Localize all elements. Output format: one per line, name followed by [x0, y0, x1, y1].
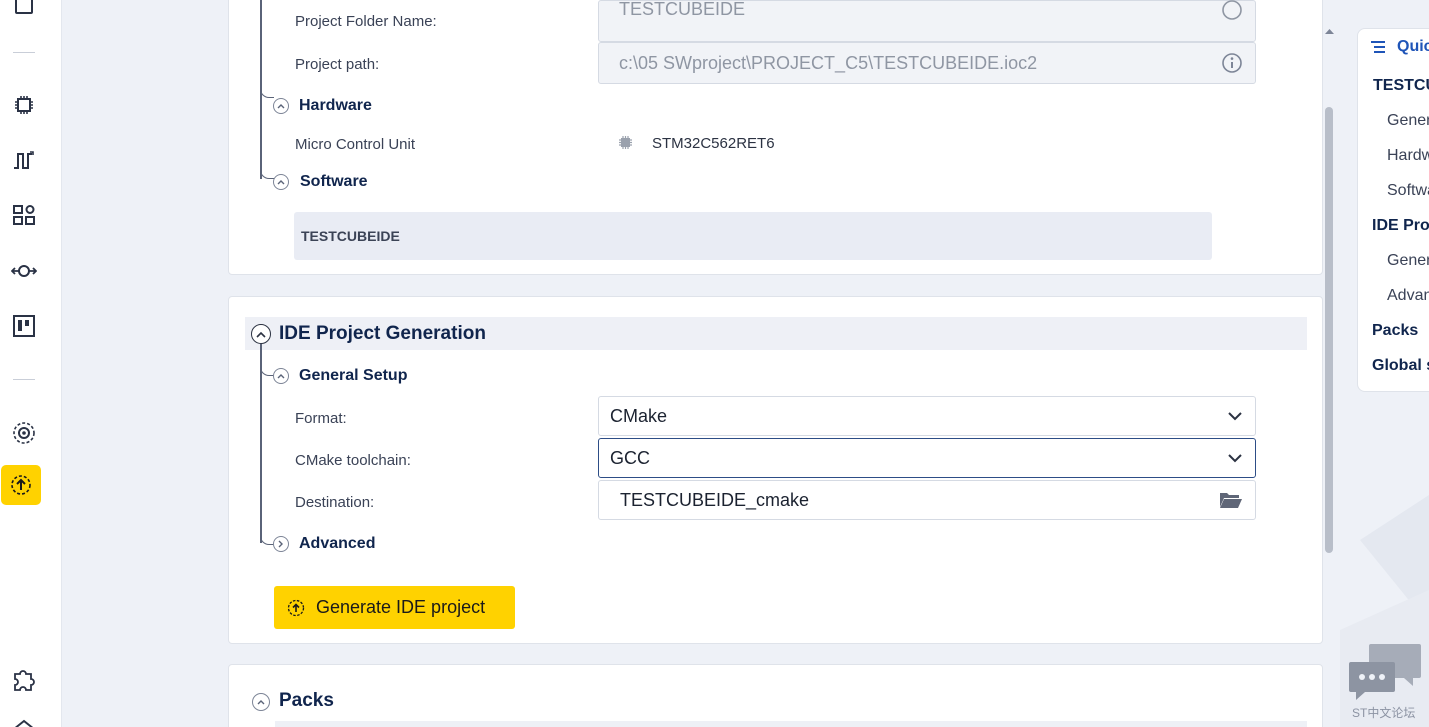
general-setup-collapse-toggle[interactable] — [273, 368, 289, 384]
toolchain-select[interactable]: GCC — [598, 438, 1256, 478]
ide-generation-title: IDE Project Generation — [279, 323, 486, 344]
generate-icon[interactable] — [1, 465, 41, 505]
tree-branch — [260, 169, 274, 179]
quick-nav-panel: Quic TESTCU Gener Hardw Softwa IDE Pro G… — [1357, 28, 1429, 392]
tree-branch — [260, 88, 274, 98]
quick-nav-item[interactable]: IDE Pro — [1372, 217, 1429, 235]
project-path-label: Project path: — [295, 56, 380, 73]
destination-field[interactable]: TESTCUBEIDE_cmake — [598, 480, 1256, 520]
info-icon[interactable] — [1221, 0, 1243, 21]
blocks-icon[interactable] — [10, 201, 38, 229]
chevron-up-icon — [257, 700, 265, 705]
chevron-down-icon — [1228, 412, 1242, 421]
chip-icon[interactable] — [10, 91, 38, 119]
hardware-collapse-toggle[interactable] — [273, 98, 289, 114]
format-value: CMake — [610, 405, 668, 426]
chat-label: ST中文论坛 — [1352, 706, 1416, 720]
quick-nav-item[interactable]: Gener — [1387, 112, 1429, 130]
chevron-up-icon — [256, 331, 266, 338]
rail-divider — [13, 52, 35, 53]
quick-nav-item[interactable]: TESTCU — [1373, 77, 1429, 95]
advanced-heading: Advanced — [299, 535, 376, 552]
file-icon[interactable] — [10, 0, 38, 20]
advanced-expand-toggle[interactable] — [273, 536, 289, 552]
project-folder-value: TESTCUBEIDE — [619, 0, 746, 19]
quick-nav-item[interactable]: Global s — [1372, 357, 1429, 375]
quick-nav-item[interactable]: Packs — [1372, 322, 1418, 340]
project-path-field: c:\05 SWproject\PROJECT_C5\TESTCUBEIDE.i… — [598, 42, 1256, 84]
list-icon — [1371, 41, 1385, 53]
destination-value: TESTCUBEIDE_cmake — [620, 489, 810, 510]
quick-nav-item[interactable]: Hardw — [1387, 147, 1429, 165]
toolchain-value: GCC — [610, 447, 650, 468]
chip-icon — [619, 136, 632, 149]
scroll-up-arrow-icon[interactable] — [1325, 28, 1334, 34]
generate-icon — [287, 599, 305, 616]
project-folder-field: TESTCUBEIDE — [598, 0, 1256, 42]
ide-generation-collapse-toggle[interactable] — [251, 324, 271, 344]
chevron-up-icon — [277, 374, 285, 379]
format-select[interactable]: CMake — [598, 396, 1256, 436]
generate-button-label: Generate IDE project — [316, 597, 486, 617]
signal-icon[interactable] — [10, 146, 38, 174]
packs-collapse-toggle[interactable] — [252, 693, 270, 711]
left-nav-rail — [0, 0, 62, 727]
home-icon[interactable] — [10, 713, 38, 727]
quick-nav-title: Quic — [1397, 38, 1429, 55]
tree-line — [260, 344, 262, 543]
general-setup-heading: General Setup — [299, 367, 408, 384]
chevron-up-icon — [277, 180, 285, 185]
software-heading: Software — [300, 173, 368, 190]
packs-table-header — [275, 721, 1307, 727]
mcu-label: Micro Control Unit — [295, 136, 416, 153]
tree-branch — [260, 535, 274, 545]
packs-card: Packs — [228, 664, 1323, 727]
project-path-value: c:\05 SWproject\PROJECT_C5\TESTCUBEIDE.i… — [619, 52, 1038, 73]
chevron-down-icon — [1228, 454, 1242, 463]
board-icon[interactable] — [10, 312, 38, 340]
folder-open-icon[interactable] — [1219, 490, 1243, 510]
puzzle-icon[interactable] — [10, 666, 38, 694]
format-label: Format: — [295, 410, 347, 427]
scrollbar-thumb[interactable] — [1325, 107, 1333, 553]
rail-divider — [13, 379, 35, 380]
connection-icon[interactable] — [10, 257, 38, 285]
chevron-right-icon — [278, 540, 283, 548]
destination-label: Destination: — [295, 494, 375, 511]
mcu-value: STM32C562RET6 — [652, 135, 775, 152]
generate-ide-project-button[interactable]: Generate IDE project — [274, 586, 515, 629]
packs-title: Packs — [279, 690, 334, 711]
quick-nav-item[interactable]: Advan — [1387, 287, 1429, 305]
chat-icon[interactable] — [1349, 642, 1423, 702]
software-item[interactable]: TESTCUBEIDE — [294, 212, 1212, 260]
project-folder-label: Project Folder Name: — [295, 13, 437, 30]
hardware-heading: Hardware — [299, 97, 372, 114]
software-collapse-toggle[interactable] — [273, 174, 289, 190]
quick-nav-item[interactable]: Softwa — [1387, 182, 1429, 200]
info-icon[interactable] — [1221, 52, 1243, 74]
quick-nav-item[interactable]: Gener — [1387, 252, 1429, 270]
toolchain-label: CMake toolchain: — [295, 452, 411, 469]
tree-branch — [260, 366, 274, 376]
chevron-up-icon — [277, 104, 285, 109]
settings-icon[interactable] — [10, 419, 38, 447]
